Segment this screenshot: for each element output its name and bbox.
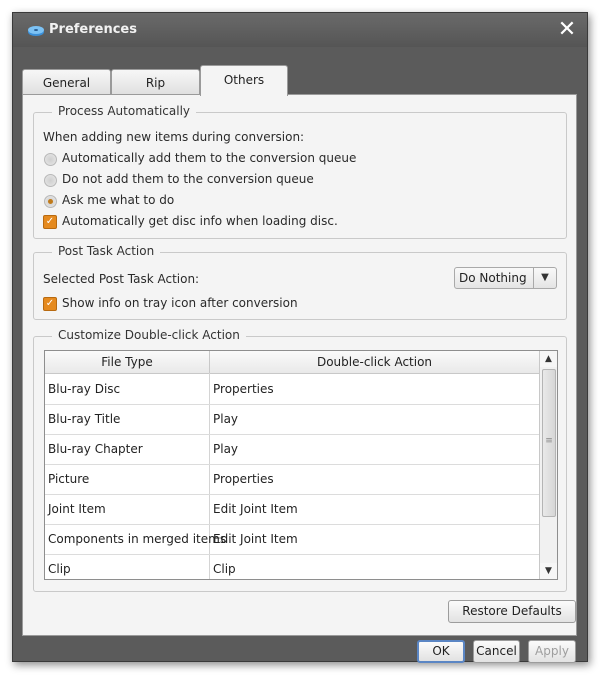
post-task-group-legend: Post Task Action (52, 244, 161, 258)
double-click-table: File Type Double-click Action Blu-ray Di… (44, 350, 558, 580)
tab-rip[interactable]: Rip (111, 69, 200, 96)
grip-icon: ≡ (545, 436, 553, 446)
cell-file-type: Blu-ray Title (48, 412, 121, 426)
apply-button[interactable]: Apply (528, 640, 576, 663)
table-header: File Type Double-click Action (45, 351, 539, 374)
table-row[interactable]: Joint Item Edit Joint Item (45, 494, 539, 525)
process-group-legend: Process Automatically (52, 104, 196, 118)
disc-info-checkbox[interactable]: ✓ (43, 215, 57, 229)
dialog-client: General Rip Others Process Automatically… (13, 47, 587, 663)
process-automatically-group: Process Automatically When adding new it… (33, 104, 567, 239)
double-click-action-group: Customize Double-click Action File Type … (33, 328, 567, 592)
tab-rip-label: Rip (145, 76, 166, 90)
cell-file-type: Components in merged items (48, 532, 227, 546)
window-title: Preferences (49, 22, 137, 37)
column-header-file-type[interactable]: File Type (45, 351, 210, 373)
radio-do-not-add[interactable] (44, 174, 57, 187)
scroll-down-icon[interactable]: ▼ (540, 563, 557, 579)
chevron-down-icon[interactable]: ▼ (533, 268, 556, 288)
cell-action[interactable]: Play (213, 434, 533, 464)
disc-info-checkbox-label[interactable]: Automatically get disc info when loading… (62, 214, 338, 228)
table-scrollbar[interactable]: ▲ ≡ ▼ (539, 351, 557, 579)
radio-auto-add[interactable] (44, 153, 57, 166)
table-row[interactable]: Blu-ray Disc Properties (45, 374, 539, 405)
post-task-selected-label: Selected Post Task Action: (43, 272, 200, 286)
scrollbar-thumb[interactable]: ≡ (542, 369, 556, 517)
tab-others-label: Others (223, 73, 265, 87)
cancel-button[interactable]: Cancel (473, 640, 520, 663)
cell-file-type: Joint Item (48, 502, 106, 516)
close-icon[interactable]: ✕ (555, 18, 579, 42)
preferences-window: Preferences ✕ General Rip Others Process… (12, 12, 588, 663)
post-task-action-value: Do Nothing (459, 271, 527, 285)
cell-action[interactable]: Edit Joint Item (213, 494, 533, 524)
post-task-action-dropdown[interactable]: Do Nothing ▼ (454, 267, 557, 289)
tray-info-checkbox[interactable]: ✓ (43, 297, 57, 311)
table-row[interactable]: Components in merged items Edit Joint It… (45, 524, 539, 555)
title-bar[interactable]: Preferences ✕ (13, 13, 587, 47)
cell-file-type: Blu-ray Chapter (48, 442, 143, 456)
cell-file-type: Blu-ray Disc (48, 382, 121, 396)
table-row[interactable]: Clip Clip (45, 554, 539, 579)
table-row[interactable]: Picture Properties (45, 464, 539, 495)
app-icon (28, 26, 44, 36)
cell-file-type: Clip (48, 562, 71, 576)
radio-ask-me[interactable] (44, 195, 57, 208)
process-intro-text: When adding new items during conversion: (43, 130, 305, 144)
cell-file-type: Picture (48, 472, 90, 486)
tray-info-checkbox-label[interactable]: Show info on tray icon after conversion (62, 296, 298, 310)
radio-auto-add-label[interactable]: Automatically add them to the conversion… (62, 151, 356, 165)
cell-action[interactable]: Clip (213, 554, 533, 579)
tab-general-label: General (42, 76, 91, 90)
ok-button[interactable]: OK (417, 640, 465, 663)
cell-action[interactable]: Play (213, 404, 533, 434)
table-row[interactable]: Blu-ray Chapter Play (45, 434, 539, 465)
restore-defaults-button[interactable]: Restore Defaults (448, 600, 576, 623)
cell-action[interactable]: Edit Joint Item (213, 524, 533, 554)
cell-action[interactable]: Properties (213, 374, 533, 404)
radio-ask-me-label[interactable]: Ask me what to do (62, 193, 174, 207)
radio-do-not-add-label[interactable]: Do not add them to the conversion queue (62, 172, 314, 186)
double-click-group-legend: Customize Double-click Action (52, 328, 246, 342)
post-task-action-group: Post Task Action Selected Post Task Acti… (33, 244, 567, 320)
tab-general[interactable]: General (22, 69, 111, 96)
scroll-up-icon[interactable]: ▲ (540, 351, 557, 367)
tab-others[interactable]: Others (200, 65, 288, 96)
cell-action[interactable]: Properties (213, 464, 533, 494)
others-panel: Process Automatically When adding new it… (22, 94, 577, 636)
table-row[interactable]: Blu-ray Title Play (45, 404, 539, 435)
column-header-double-click-action[interactable]: Double-click Action (210, 351, 539, 373)
